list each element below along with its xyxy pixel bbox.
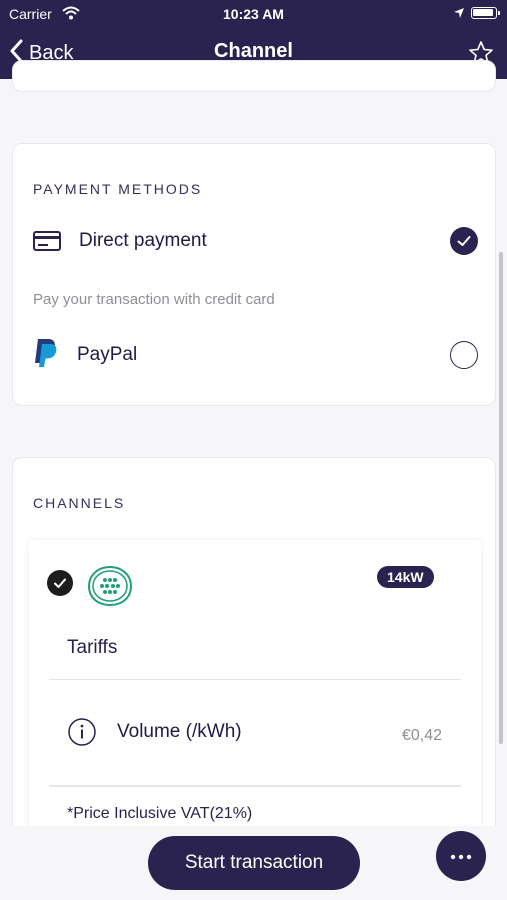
tariffs-label: Tariffs: [67, 637, 118, 658]
more-button[interactable]: [436, 831, 486, 881]
payment-method-paypal[interactable]: PayPal: [33, 336, 478, 376]
scrollbar[interactable]: [499, 252, 503, 744]
channels-title: CHANNELS: [33, 495, 126, 511]
start-transaction-label: Start transaction: [184, 852, 324, 873]
channel-item[interactable]: 14kW Tariffs Volume (/kWh) €0,42 *Price …: [29, 540, 481, 860]
payment-method-label: Direct payment: [79, 230, 207, 251]
previous-card: [12, 60, 496, 92]
channel-selected-check-icon[interactable]: [47, 570, 73, 596]
channels-card: CHANNELS 14kW Tariffs Volume (/kWh) €0,4…: [12, 457, 496, 860]
divider: [49, 679, 461, 680]
divider: [49, 785, 461, 787]
status-bar: Carrier 10:23 AM: [0, 0, 507, 28]
tariff-row: Volume (/kWh) €0,42: [67, 717, 442, 749]
ev-connector-icon: [87, 565, 133, 612]
status-time: 10:23 AM: [223, 6, 284, 22]
selected-check-icon[interactable]: [450, 227, 478, 255]
paypal-icon: [33, 338, 59, 373]
payment-hint: Pay your transaction with credit card: [33, 291, 275, 308]
start-transaction-button[interactable]: Start transaction: [148, 836, 360, 890]
info-icon[interactable]: [67, 717, 97, 752]
payment-method-label: PayPal: [77, 344, 138, 365]
payment-method-direct[interactable]: Direct payment: [33, 222, 478, 262]
battery-icon: [471, 7, 500, 19]
more-icon: [450, 847, 472, 865]
credit-card-icon: [33, 231, 61, 256]
tariff-name: Volume (/kWh): [117, 721, 242, 742]
payment-methods-card: PAYMENT METHODS Direct payment Pay your …: [12, 143, 496, 406]
unselected-radio-icon[interactable]: [450, 341, 478, 369]
power-badge: 14kW: [377, 566, 434, 588]
vat-note: *Price Inclusive VAT(21%): [67, 805, 253, 822]
tariff-price: €0,42: [401, 727, 442, 744]
payment-methods-title: PAYMENT METHODS: [33, 181, 203, 197]
bottom-action-bar: Start transaction: [0, 826, 507, 900]
location-arrow-icon: [453, 6, 465, 22]
